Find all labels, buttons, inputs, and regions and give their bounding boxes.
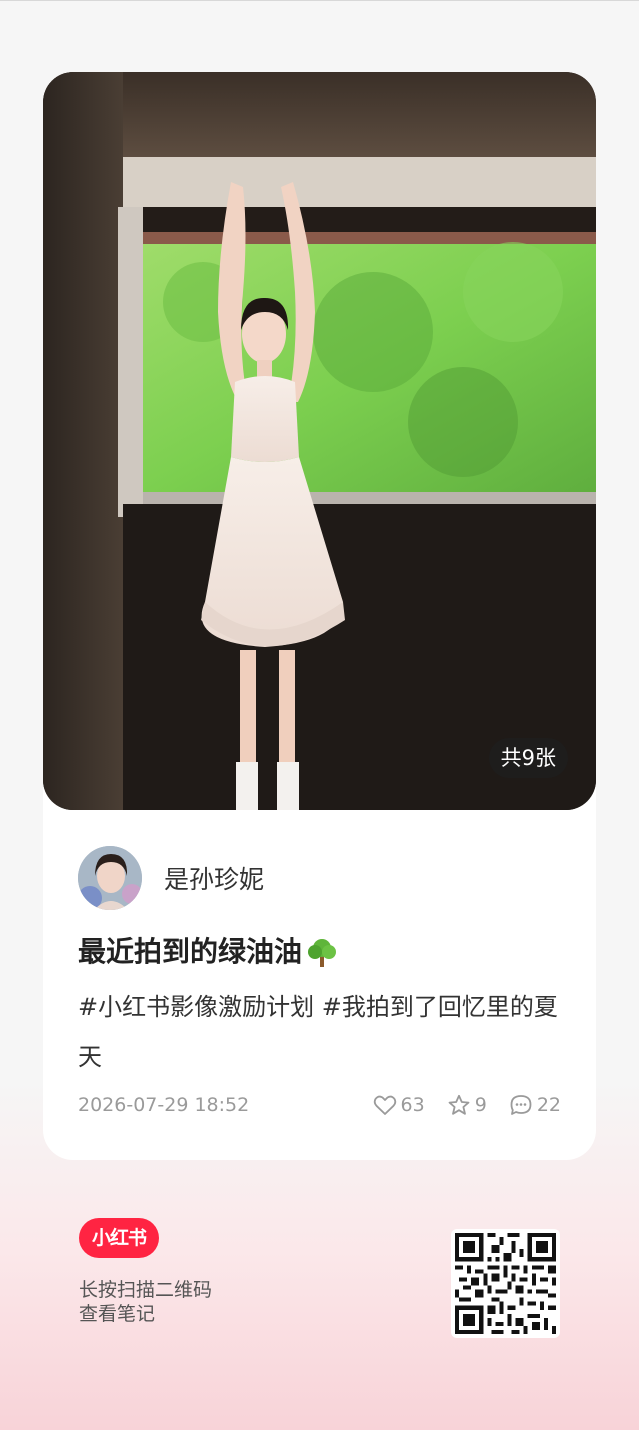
like-count: 63 <box>400 1094 425 1116</box>
photo-illustration <box>43 72 596 810</box>
scan-hint: 长按扫描二维码 查看笔记 <box>79 1278 212 1326</box>
comment-count: 22 <box>536 1094 561 1116</box>
scan-hint-line1: 长按扫描二维码 <box>79 1279 213 1301</box>
qr-code-icon <box>455 1233 556 1334</box>
note-photo[interactable]: 共9张 <box>43 72 596 810</box>
heart-icon <box>373 1095 396 1115</box>
image-count-badge: 共9张 <box>488 738 568 778</box>
meta-row: 2026-07-29 18:52 63 9 22 <box>78 1090 561 1120</box>
collect-count: 9 <box>474 1094 487 1116</box>
scan-hint-line2: 查看笔记 <box>79 1303 156 1325</box>
avatar[interactable] <box>78 846 142 910</box>
note-stats: 63 9 22 <box>351 1094 561 1116</box>
top-divider <box>0 0 639 1</box>
author-row[interactable]: 是孙珍妮 <box>78 845 264 911</box>
star-icon <box>448 1094 470 1115</box>
note-body: #小红书影像激励计划 #我拍到了回忆里的夏天 <box>78 993 558 1071</box>
note-date: 2026-07-29 18:52 <box>78 1094 250 1116</box>
note-title-text: 最近拍到的绿油油 <box>78 935 303 968</box>
note-card[interactable]: 共9张 是孙珍妮 最近拍到的绿油油 #小红书影像激励计划 #我拍到了回忆里的夏天… <box>43 72 596 1160</box>
tree-icon <box>308 939 337 967</box>
author-name[interactable]: 是孙珍妮 <box>164 860 264 896</box>
xiaohongshu-logo: 小红书 <box>79 1218 159 1258</box>
note-title: 最近拍到的绿油油 <box>78 932 568 972</box>
qr-code[interactable] <box>451 1229 560 1338</box>
collect-stat[interactable]: 9 <box>447 1094 487 1116</box>
comment-icon <box>510 1095 532 1115</box>
comment-stat[interactable]: 22 <box>509 1094 561 1116</box>
like-stat[interactable]: 63 <box>373 1094 425 1116</box>
